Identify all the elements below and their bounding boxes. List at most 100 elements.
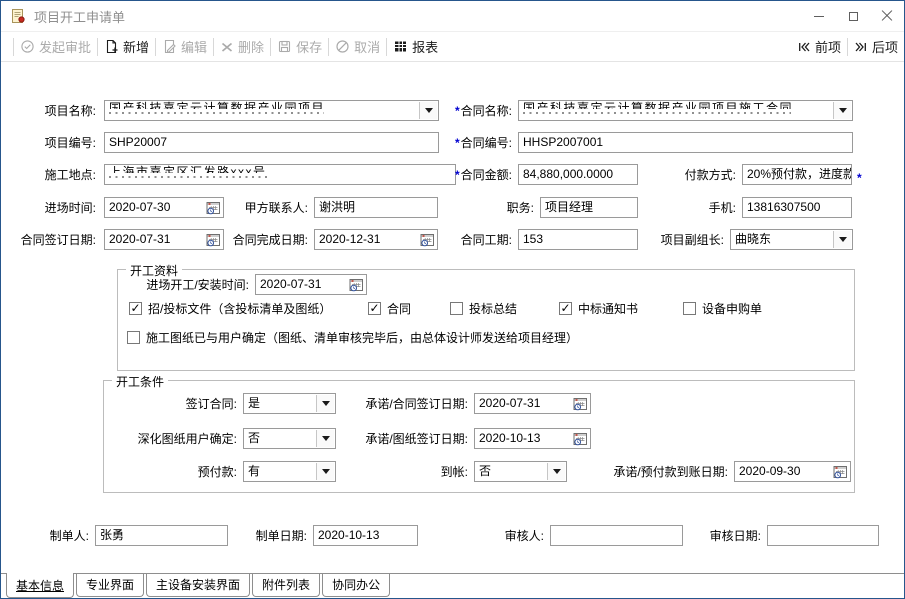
payment-method-value: 20%预付款，进度款50%: [747, 167, 852, 181]
minimize-icon: [814, 16, 824, 17]
project-name-select[interactable]: 国产科技嘉定云计算数据产业园项目: [104, 100, 439, 121]
approve-stamp-icon: [20, 39, 35, 54]
position-input[interactable]: 项目经理: [540, 197, 638, 218]
calendar-icon[interactable]: [572, 431, 588, 446]
delete-button[interactable]: 删除: [220, 37, 264, 56]
edit-label: 编辑: [181, 37, 207, 56]
toolbar-separator: [328, 38, 329, 56]
payment-method-input[interactable]: 20%预付款，进度款50%: [742, 164, 852, 185]
calendar-icon[interactable]: [419, 232, 435, 247]
tab-collaboration[interactable]: 协同办公: [322, 574, 390, 597]
arrived-select[interactable]: 否: [474, 461, 567, 482]
checkbox-bid-documents[interactable]: ✓: [129, 302, 142, 315]
calendar-icon[interactable]: [572, 396, 588, 411]
project-no-input[interactable]: SHP20007: [104, 132, 439, 153]
prepayment-select[interactable]: 有: [243, 461, 336, 482]
checkbox-contract-label: 合同: [387, 302, 411, 316]
prepayment-value: 有: [248, 464, 260, 478]
toolbar-separator: [270, 38, 271, 56]
checkbox-contract[interactable]: ✓: [368, 302, 381, 315]
checkbox-bid-summary[interactable]: [450, 302, 463, 315]
toolbar-separator: [155, 38, 156, 56]
cancel-button[interactable]: 取消: [335, 37, 380, 56]
save-label: 保存: [296, 37, 322, 56]
tab-main-equipment-install[interactable]: 主设备安装界面: [146, 574, 250, 597]
edit-button[interactable]: 编辑: [162, 37, 207, 56]
checkbox-equipment-request[interactable]: [683, 302, 696, 315]
mobile-label: 手机:: [709, 201, 736, 215]
save-button[interactable]: 保存: [277, 37, 322, 56]
app-window: 项目开工申请单 发起审批 新增 编辑: [0, 0, 905, 599]
promise-sign-date-input[interactable]: 2020-07-31: [474, 393, 591, 414]
next-record-button[interactable]: 后项: [854, 37, 898, 56]
start-install-date-input[interactable]: 2020-07-31: [255, 274, 367, 295]
checkbox-drawings-confirmed[interactable]: [127, 331, 140, 344]
dropdown-arrow-icon[interactable]: [547, 463, 565, 480]
contract-amount-value: 84,880,000.0000: [523, 167, 613, 181]
make-date-input[interactable]: 2020-10-13: [313, 525, 418, 546]
calendar-icon[interactable]: [832, 464, 848, 479]
report-button[interactable]: 报表: [393, 37, 438, 56]
dropdown-arrow-icon[interactable]: [833, 102, 851, 119]
promise-drawing-date-input[interactable]: 2020-10-13: [474, 428, 591, 449]
start-approval-button[interactable]: 发起审批: [20, 37, 91, 56]
contract-no-value: HHSP2007001: [523, 135, 603, 149]
party-a-contact-input[interactable]: 谢洪明: [314, 197, 438, 218]
dropdown-arrow-icon[interactable]: [316, 430, 334, 447]
deputy-leader-label: 项目副组长:: [661, 233, 724, 247]
contract-sign-date-input[interactable]: 2020-07-31: [104, 229, 224, 250]
calendar-icon[interactable]: [205, 200, 221, 215]
auditor-label: 审核人:: [505, 529, 544, 543]
save-icon: [277, 39, 292, 54]
checkbox-equipment-request-label: 设备申购单: [702, 302, 762, 316]
contract-name-value: 国产科技嘉定云计算数据产业园项目施工合同: [523, 101, 848, 109]
contract-finish-date-input[interactable]: 2020-12-31: [314, 229, 438, 250]
entry-date-input[interactable]: 2020-07-30: [104, 197, 224, 218]
close-button[interactable]: [870, 1, 904, 31]
make-date-value: 2020-10-13: [318, 528, 379, 542]
contract-name-select[interactable]: 国产科技嘉定云计算数据产业园项目施工合同: [518, 100, 853, 121]
contract-finish-date-value: 2020-12-31: [319, 232, 380, 246]
prev-icon: [797, 40, 811, 54]
clipped-text-artifact: [109, 112, 324, 114]
contract-no-label: *合同编号:: [455, 136, 512, 150]
auditor-input[interactable]: [550, 525, 683, 546]
minimize-button[interactable]: [802, 1, 836, 31]
tab-professional-ui[interactable]: 专业界面: [76, 574, 144, 597]
calendar-icon[interactable]: [205, 232, 221, 247]
dropdown-arrow-icon[interactable]: [419, 102, 437, 119]
maker-label: 制单人:: [50, 529, 89, 543]
site-input[interactable]: 上海市嘉定区汇发路xxx号: [104, 164, 456, 185]
contract-sign-date-label: 合同签订日期:: [21, 233, 96, 247]
sign-contract-select[interactable]: 是: [243, 393, 336, 414]
contract-duration-input[interactable]: 153: [518, 229, 638, 250]
dropdown-arrow-icon[interactable]: [316, 463, 334, 480]
cancel-label: 取消: [354, 37, 380, 56]
next-record-label: 后项: [872, 37, 898, 56]
delete-label: 删除: [238, 37, 264, 56]
audit-date-input[interactable]: [767, 525, 879, 546]
contract-no-input[interactable]: HHSP2007001: [518, 132, 853, 153]
dropdown-arrow-icon[interactable]: [316, 395, 334, 412]
report-icon: [393, 39, 408, 54]
promise-sign-date-label: 承诺/合同签订日期:: [365, 397, 468, 411]
next-icon: [854, 40, 868, 54]
toolbar-separator: [97, 38, 98, 56]
mobile-input[interactable]: 13816307500: [742, 197, 852, 218]
drawing-confirmed-value: 否: [248, 431, 260, 445]
deputy-leader-select[interactable]: 曲晓东: [730, 229, 853, 250]
drawing-confirmed-select[interactable]: 否: [243, 428, 336, 449]
tab-attachment-list[interactable]: 附件列表: [252, 574, 320, 597]
contract-sign-date-value: 2020-07-31: [109, 232, 170, 246]
calendar-icon[interactable]: [348, 277, 364, 292]
checkbox-award-notice[interactable]: ✓: [559, 302, 572, 315]
dropdown-arrow-icon[interactable]: [833, 231, 851, 248]
maker-input[interactable]: 张勇: [95, 525, 228, 546]
tab-basic-info[interactable]: 基本信息: [6, 573, 74, 598]
maximize-button[interactable]: [836, 1, 870, 31]
contract-amount-input[interactable]: 84,880,000.0000: [518, 164, 638, 185]
contract-finish-date-label: 合同完成日期:: [233, 233, 308, 247]
new-button[interactable]: 新增: [104, 37, 149, 56]
prev-record-button[interactable]: 前项: [797, 37, 841, 56]
promise-prepay-date-input[interactable]: 2020-09-30: [734, 461, 851, 482]
